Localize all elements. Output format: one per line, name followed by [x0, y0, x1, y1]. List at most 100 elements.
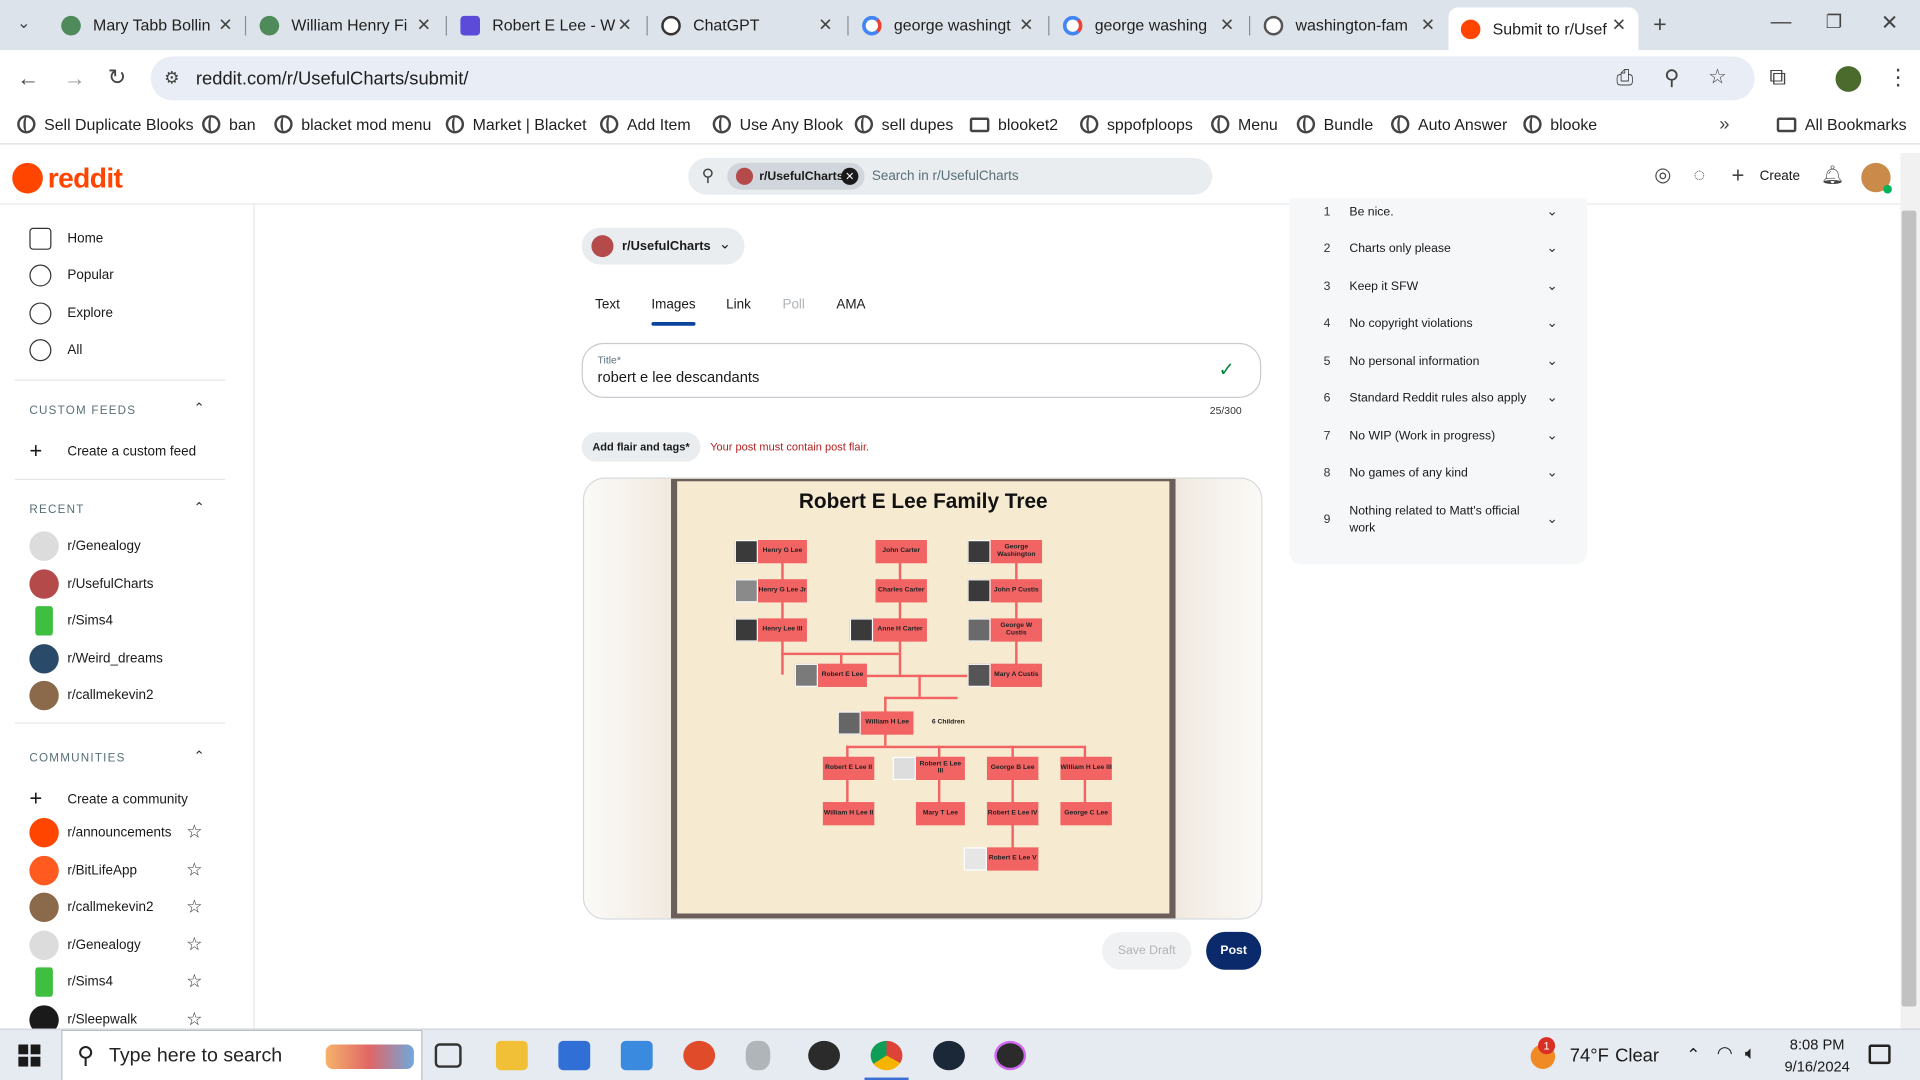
star-icon[interactable]: ☆	[186, 895, 202, 917]
back-icon[interactable]: ←	[17, 67, 39, 89]
star-icon[interactable]: ☆	[186, 933, 202, 955]
advertise-icon[interactable]: ◎	[1654, 166, 1671, 187]
recent-item[interactable]: r/callmekevin2	[29, 680, 153, 711]
recent-header[interactable]: RECENT	[29, 503, 84, 516]
browser-tab[interactable]: washington-fam ✕	[1251, 7, 1447, 43]
star-icon[interactable]: ☆	[186, 858, 202, 881]
chevron-down-icon[interactable]: ⌄	[1547, 203, 1558, 219]
search-placeholder[interactable]: Search in r/UsefulCharts	[872, 169, 1019, 184]
mail-icon[interactable]	[620, 1040, 653, 1071]
bookmark-item[interactable]: sell dupes	[854, 115, 953, 134]
chevron-up-icon[interactable]: ⌃	[193, 500, 204, 516]
chevron-down-icon[interactable]: ⌄	[1547, 278, 1558, 294]
nav-all[interactable]: All	[29, 339, 82, 362]
extensions-icon[interactable]: ⧉	[1769, 66, 1786, 89]
nav-popular[interactable]: Popular	[29, 264, 114, 287]
wifi-icon[interactable]: ◠	[1717, 1044, 1733, 1062]
bell-icon[interactable]: 🔔︎	[1821, 167, 1844, 185]
chrome-icon[interactable]	[870, 1040, 903, 1071]
bookmark-folder[interactable]: blooket2	[969, 115, 1058, 133]
tab-images[interactable]: Images	[651, 298, 695, 313]
forward-icon[interactable]: →	[64, 67, 86, 89]
browser-tab[interactable]: george washingt ✕	[850, 7, 1046, 43]
search-community-chip[interactable]: r/UsefulCharts ✕	[727, 162, 865, 190]
browser-tab[interactable]: William Henry Fi ✕	[247, 7, 443, 43]
nav-explore[interactable]: Explore	[29, 302, 113, 325]
image-preview[interactable]: Robert E Lee Family Tree Henry G Lee Joh…	[582, 477, 1263, 920]
rule-item[interactable]: Charts only please	[1349, 241, 1533, 258]
reload-icon[interactable]: ↻	[108, 66, 126, 88]
bookmark-item[interactable]: Sell Duplicate Blooks	[17, 115, 194, 134]
community-selector[interactable]: r/UsefulCharts ⌄	[581, 227, 745, 265]
obs-icon[interactable]	[808, 1040, 841, 1071]
clock-date[interactable]: 9/16/2024	[1772, 1058, 1863, 1075]
restore-icon[interactable]: ❐	[1826, 13, 1842, 31]
community-item[interactable]: r/callmekevin2	[29, 892, 153, 923]
ea-app-icon[interactable]	[683, 1040, 716, 1071]
recent-item[interactable]: r/Genealogy	[29, 531, 141, 561]
browser-tab[interactable]: ChatGPT ✕	[649, 7, 845, 43]
save-draft-button[interactable]: Save Draft	[1102, 931, 1192, 970]
bookmark-item[interactable]: Use Any Blook	[712, 115, 843, 134]
tab-link[interactable]: Link	[726, 298, 751, 313]
tab-search-icon[interactable]: ⌄	[17, 15, 30, 31]
browser-tab[interactable]: george washing ✕	[1051, 7, 1247, 43]
install-icon[interactable]: ⎙	[1616, 67, 1633, 88]
zoom-icon[interactable]: ⚲	[1664, 67, 1679, 88]
browser-tab-active[interactable]: Submit to r/Usef ✕	[1448, 7, 1639, 51]
title-value[interactable]: robert e lee descandants	[598, 369, 760, 386]
weather-condition[interactable]: Clear	[1615, 1046, 1659, 1067]
close-icon[interactable]: ✕	[1220, 15, 1234, 36]
bookmark-item[interactable]: Market | Blacket	[445, 115, 586, 134]
taskbar-search-placeholder[interactable]: Type here to search	[109, 1046, 282, 1068]
bookmark-item[interactable]: Bundle	[1296, 115, 1373, 134]
create-plus-icon[interactable]: +	[1731, 164, 1744, 186]
mouse-app-icon[interactable]	[745, 1040, 771, 1071]
close-icon[interactable]: ✕	[818, 15, 832, 36]
chevron-up-icon[interactable]: ⌃	[1686, 1046, 1700, 1063]
recent-item[interactable]: r/Sims4	[29, 606, 113, 636]
star-icon[interactable]: ☆	[186, 970, 202, 992]
file-explorer-icon[interactable]	[495, 1040, 528, 1071]
scrollbar-thumb[interactable]	[1901, 210, 1917, 1007]
community-item[interactable]: r/Sims4	[29, 967, 113, 997]
bookmark-item[interactable]: blacket mod menu	[274, 115, 431, 134]
taskbar-search[interactable]: ⚲ Type here to search	[61, 1029, 423, 1080]
volume-icon[interactable]: 🔈︎	[1745, 1044, 1756, 1062]
create-community[interactable]: + Create a community	[29, 786, 187, 812]
bookmark-item[interactable]: Add Item	[600, 115, 691, 134]
windows-start-icon[interactable]	[18, 1044, 41, 1067]
steam-icon[interactable]	[933, 1040, 965, 1071]
create-button[interactable]: Create	[1760, 169, 1800, 184]
chevron-down-icon[interactable]: ⌄	[1547, 511, 1558, 527]
chevron-down-icon[interactable]: ⌄	[1547, 353, 1558, 369]
notification-center-icon[interactable]	[1868, 1044, 1891, 1065]
chevron-down-icon[interactable]: ⌄	[1547, 464, 1558, 480]
rule-item[interactable]: Nothing related to Matt's official work	[1349, 503, 1520, 537]
chevron-down-icon[interactable]: ⌄	[1547, 427, 1558, 444]
chip-remove-icon[interactable]: ✕	[841, 167, 859, 185]
close-icon[interactable]: ✕	[617, 15, 631, 36]
new-tab-icon[interactable]: +	[1653, 13, 1667, 36]
tab-text[interactable]: Text	[595, 298, 620, 313]
community-item[interactable]: r/announcements	[29, 817, 171, 848]
weather-temp[interactable]: 74°F	[1570, 1046, 1609, 1067]
add-flair-button[interactable]: Add flair and tags*	[581, 432, 701, 462]
create-custom-feed[interactable]: + Create a custom feed	[29, 438, 196, 464]
recent-item[interactable]: r/Weird_dreams	[29, 644, 163, 674]
rule-item[interactable]: Be nice.	[1349, 204, 1533, 221]
chevron-up-icon[interactable]: ⌃	[193, 748, 204, 764]
community-item[interactable]: r/Genealogy	[29, 930, 141, 961]
close-icon[interactable]: ✕	[1421, 15, 1435, 36]
bookmark-item[interactable]: sppofploops	[1080, 115, 1193, 134]
browser-tab[interactable]: Mary Tabb Bollin ✕	[49, 7, 245, 43]
rule-item[interactable]: No personal information	[1349, 354, 1533, 371]
rule-item[interactable]: No games of any kind	[1349, 465, 1533, 482]
site-settings-icon[interactable]: ⚙	[164, 69, 179, 86]
star-icon[interactable]: ☆	[186, 820, 202, 843]
star-icon[interactable]: ☆	[186, 1008, 202, 1029]
communities-header[interactable]: COMMUNITIES	[29, 752, 125, 765]
bookmark-star-icon[interactable]: ☆	[1708, 66, 1727, 87]
post-button[interactable]: Post	[1206, 931, 1262, 970]
recent-item[interactable]: r/UsefulCharts	[29, 569, 153, 599]
